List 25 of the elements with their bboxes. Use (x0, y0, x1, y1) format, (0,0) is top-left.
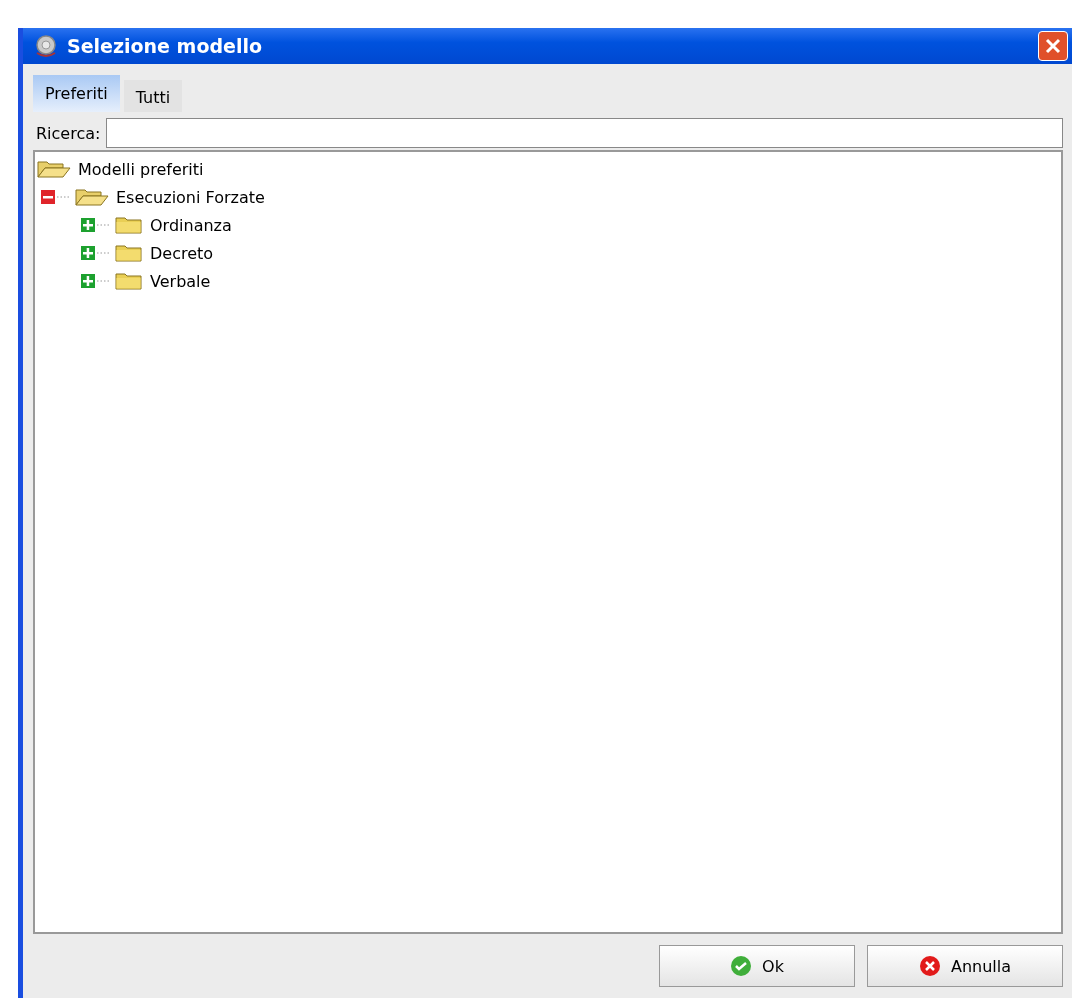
close-button[interactable] (1038, 31, 1068, 61)
tree-item[interactable]: Modelli preferiti (75, 159, 204, 179)
window-title: Selezione modello (67, 35, 264, 57)
search-label: Ricerca: (35, 123, 101, 143)
tab[interactable]: Tutti (123, 80, 183, 112)
close-icon (1044, 37, 1062, 55)
tab[interactable]: Preferiti (33, 75, 120, 112)
emblem-icon (33, 34, 59, 58)
collapse-icon[interactable] (41, 189, 71, 205)
folder-icon (115, 215, 143, 235)
tree-item[interactable]: Ordinanza (147, 215, 232, 235)
folder-icon (115, 243, 143, 263)
open-folder-icon (75, 187, 109, 207)
check-icon (730, 955, 753, 977)
search-field[interactable] (106, 118, 1063, 148)
expand-icon[interactable] (81, 217, 111, 233)
tree-item[interactable]: Esecuzioni Forzate (113, 187, 265, 207)
expand-icon[interactable] (81, 273, 111, 289)
cancel-button[interactable]: Annulla (867, 945, 1063, 987)
cancel-icon (918, 955, 941, 977)
tree-item[interactable]: Verbale (147, 271, 211, 291)
expand-icon[interactable] (81, 245, 111, 261)
ok-button[interactable]: Ok (659, 945, 855, 987)
folder-icon (115, 271, 143, 291)
tree-item[interactable]: Decreto (147, 243, 214, 263)
